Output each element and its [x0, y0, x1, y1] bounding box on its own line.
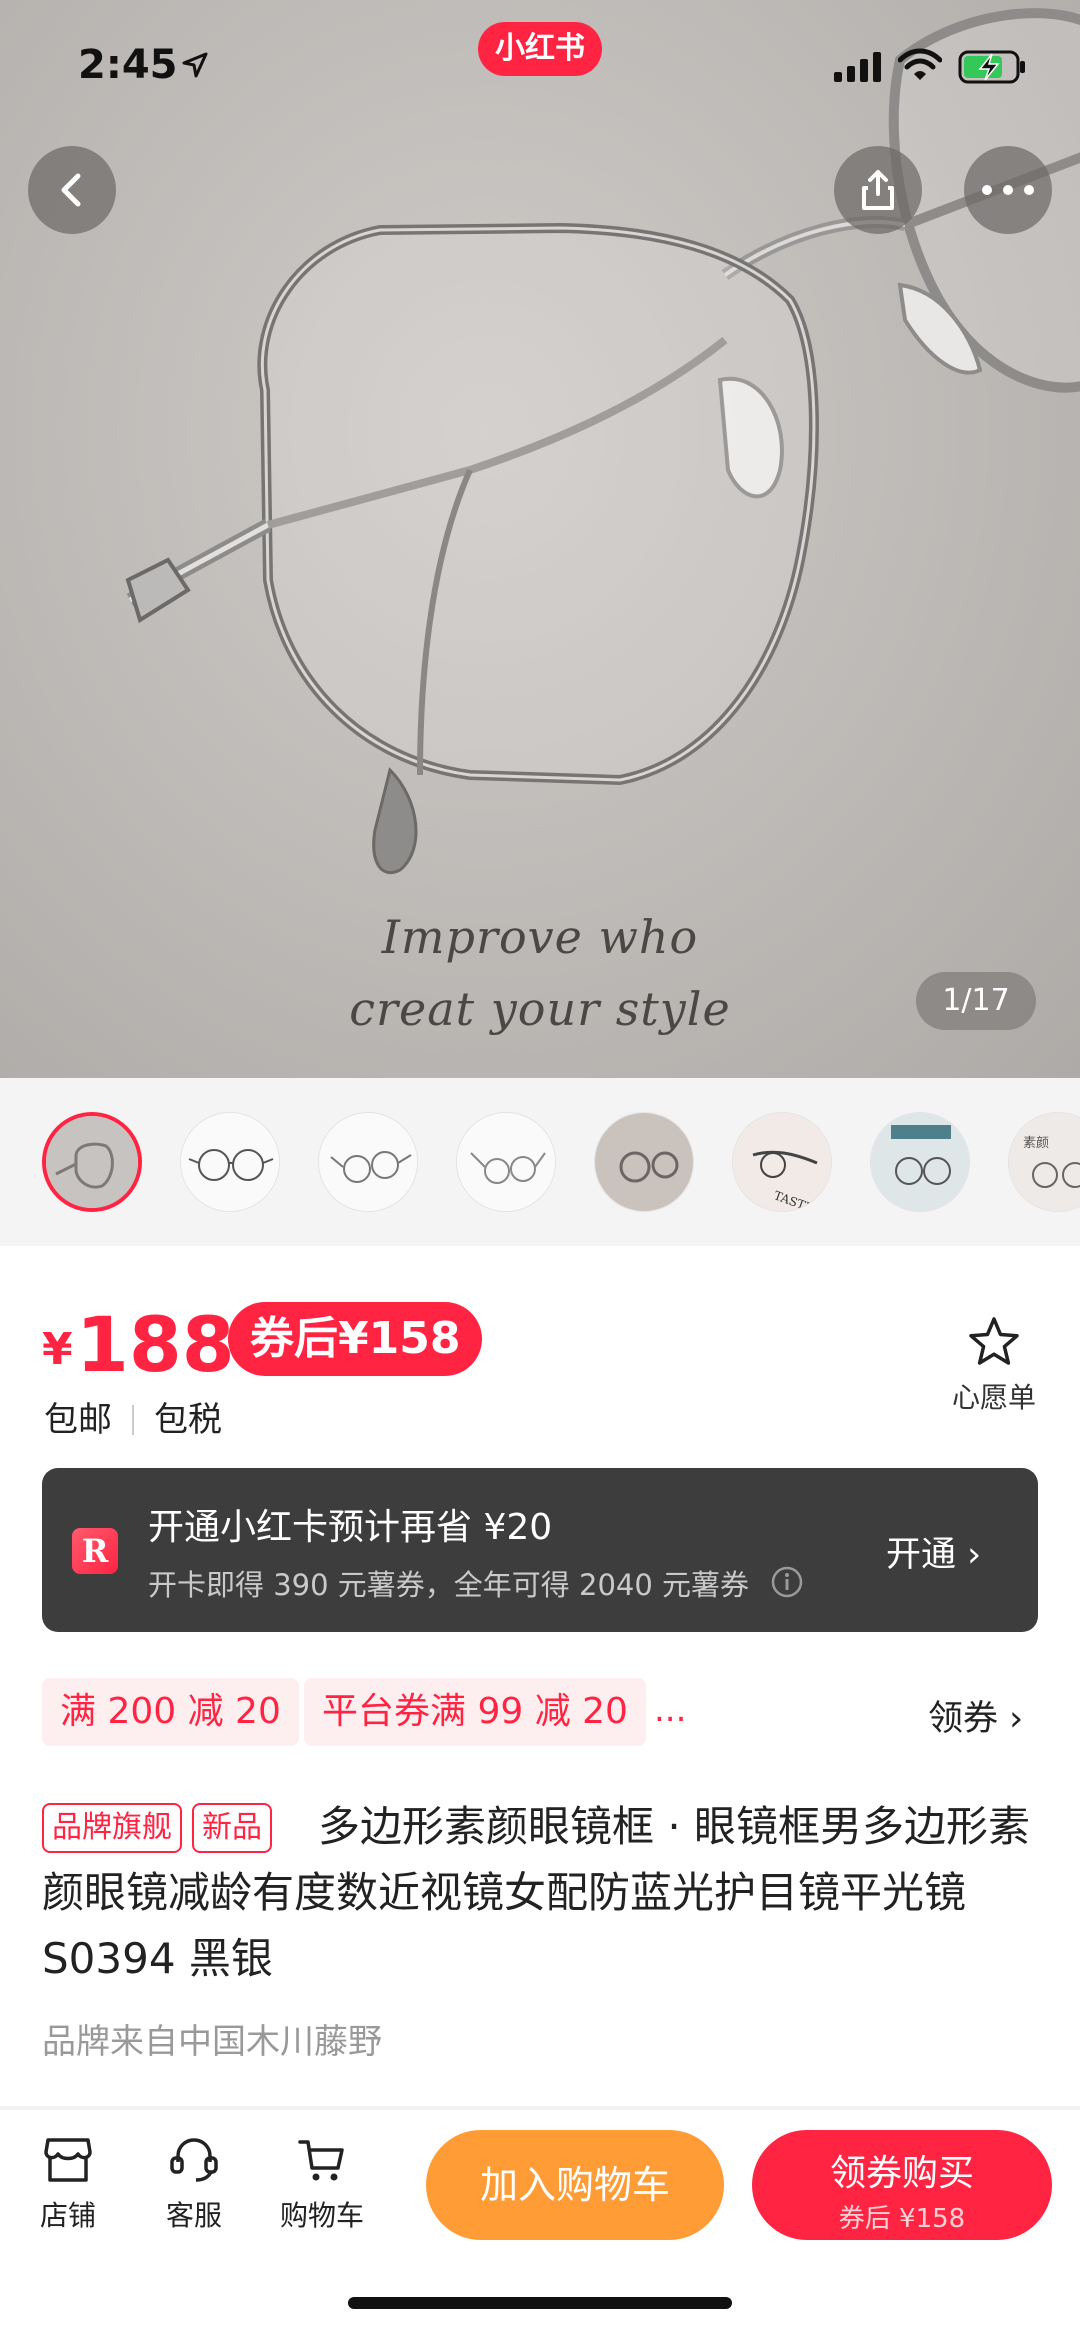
member-card-subtitle-text: 开卡即得 390 元薯券，全年可得 2040 元薯券 — [148, 1568, 750, 1602]
activate-card-button[interactable]: 开通 › — [886, 1526, 981, 1577]
product-title-text: 多边形素颜眼镜框 · 眼镜框男多边形素颜眼镜减龄有度数近视镜女配防蓝光护目镜平光… — [42, 1802, 1031, 1983]
svg-text:素颜: 素颜 — [1023, 1135, 1049, 1151]
wifi-icon — [898, 48, 942, 80]
member-card-subtitle: 开卡即得 390 元薯券，全年可得 2040 元薯券 — [148, 1562, 804, 1604]
home-indicator[interactable] — [348, 2297, 732, 2309]
glasses-thumbnail-image — [319, 1113, 417, 1211]
wishlist-button[interactable]: 心愿单 — [944, 1316, 1044, 1416]
product-title: 品牌旗舰 新品 多边形素颜眼镜框 · 眼镜框男多边形素颜眼镜减龄有度数近视镜女配防蓝… — [42, 1794, 1040, 1992]
product-hero-image[interactable]: Improve who creat your style 2:45 小红书 1/… — [0, 0, 1080, 1078]
customer-service-button[interactable]: 客服 — [144, 2136, 244, 2234]
signal-icon — [834, 52, 881, 82]
thumbnail-1[interactable] — [42, 1112, 142, 1212]
tax-included-label: 包税 — [154, 1400, 222, 1440]
free-shipping-label: 包邮 — [44, 1400, 112, 1440]
thumbnail-6[interactable]: TASTE — [732, 1112, 832, 1212]
member-card-title: 开通小红卡预计再省 ¥20 — [148, 1507, 553, 1548]
status-bar: 2:45 小红书 — [0, 0, 1080, 130]
coupon-buy-price: 券后 ¥158 — [838, 2204, 966, 2234]
after-coupon-price-badge: 券后¥158 — [228, 1302, 483, 1376]
thumbnail-8[interactable]: 素颜 — [1008, 1112, 1080, 1212]
info-icon[interactable] — [770, 1565, 804, 1599]
glasses-thumbnail-image: TASTE — [733, 1113, 831, 1211]
glasses-thumbnail-image — [871, 1113, 969, 1211]
app-badge: 小红书 — [478, 22, 602, 76]
hero-caption-line-1: Improve who — [381, 910, 699, 964]
brand-origin-text: 品牌来自中国木川藤野 — [42, 2022, 382, 2062]
coupon-tag-1[interactable]: 满 200 减 20 — [42, 1678, 299, 1746]
wishlist-label: 心愿单 — [951, 1381, 1036, 1414]
shipping-info: 包邮 包税 — [44, 1392, 222, 1441]
cart-button[interactable]: 购物车 — [272, 2136, 372, 2234]
price-amount: 188 — [76, 1300, 235, 1389]
shop-button[interactable]: 店铺 — [18, 2136, 118, 2234]
more-coupons-ellipsis: ... — [654, 1690, 687, 1730]
thumbnail-3[interactable] — [318, 1112, 418, 1212]
coupon-buy-label: 领券购买 — [829, 2153, 974, 2194]
back-button[interactable] — [28, 146, 116, 234]
battery-charging-icon — [958, 50, 1025, 84]
thumbnail-2[interactable] — [180, 1112, 280, 1212]
star-icon — [969, 1317, 1019, 1365]
more-options-button[interactable] — [964, 146, 1052, 234]
new-product-tag: 新品 — [192, 1803, 272, 1853]
coupon-buy-button[interactable]: 领券购买 券后 ¥158 — [752, 2130, 1052, 2240]
thumbnail-4[interactable] — [456, 1112, 556, 1212]
thumbnail-7[interactable] — [870, 1112, 970, 1212]
status-time: 2:45 — [78, 42, 178, 88]
share-icon — [862, 170, 894, 210]
member-card-banner[interactable]: R 开通小红卡预计再省 ¥20 开卡即得 390 元薯券，全年可得 2040 元… — [42, 1468, 1038, 1632]
shop-icon — [44, 2138, 92, 2182]
chevron-left-icon — [61, 173, 81, 207]
location-arrow-icon — [182, 52, 208, 78]
headset-icon — [170, 2138, 218, 2182]
brand-flagship-tag: 品牌旗舰 — [42, 1803, 182, 1853]
glasses-thumbnail-image: 素颜 — [1009, 1113, 1080, 1211]
glasses-thumbnail-image — [46, 1116, 138, 1208]
glasses-thumbnail-image — [457, 1113, 555, 1211]
customer-service-label: 客服 — [165, 2199, 222, 2232]
glasses-thumbnail-image — [181, 1113, 279, 1211]
get-coupon-button[interactable]: 领券 › — [928, 1690, 1023, 1741]
share-button[interactable] — [834, 146, 922, 234]
divider — [132, 1405, 134, 1435]
cart-icon — [298, 2140, 344, 2181]
image-page-counter: 1/17 — [916, 972, 1036, 1030]
cart-label: 购物车 — [279, 2199, 364, 2232]
red-card-logo: R — [72, 1528, 118, 1574]
coupon-tag-2[interactable]: 平台券满 99 减 20 — [304, 1678, 646, 1746]
add-to-cart-button[interactable]: 加入购物车 — [426, 2130, 724, 2240]
more-dots-icon — [982, 185, 1034, 195]
glasses-thumbnail-image — [595, 1113, 693, 1211]
thumbnail-strip[interactable]: TASTE 素颜 — [0, 1078, 1080, 1246]
shop-label: 店铺 — [39, 2199, 96, 2232]
thumbnail-5[interactable] — [594, 1112, 694, 1212]
currency-symbol: ¥ — [42, 1324, 73, 1375]
